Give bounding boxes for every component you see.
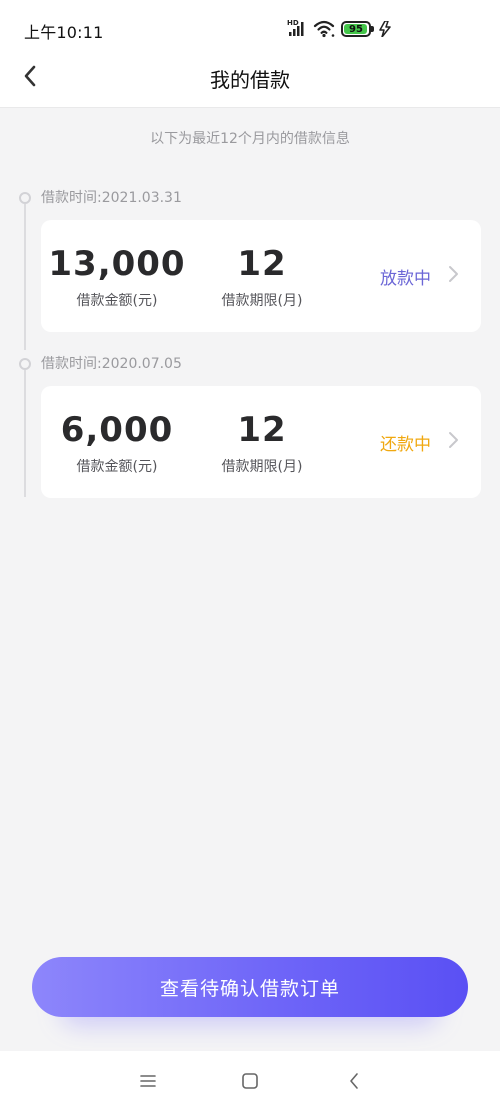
loan-term-label: 借款期限(月) bbox=[221, 293, 303, 309]
loan-status: 还款中 bbox=[380, 435, 431, 455]
battery-icon: 95 bbox=[341, 21, 371, 37]
timeline-dot bbox=[19, 358, 31, 370]
top-bar: 上午10:11 HD 95 我的借款 bbox=[0, 0, 500, 108]
timeline-line bbox=[24, 204, 26, 350]
loan-amount-block: 6,000 借款金额(元) bbox=[41, 408, 193, 476]
system-nav-bar bbox=[0, 1051, 500, 1111]
home-button[interactable] bbox=[238, 1069, 262, 1093]
battery-level: 95 bbox=[349, 23, 363, 35]
wifi-icon bbox=[313, 19, 337, 43]
charging-icon bbox=[378, 20, 392, 41]
page-title: 我的借款 bbox=[210, 68, 290, 92]
cellular-signal-icon: HD bbox=[287, 18, 309, 42]
battery-cap bbox=[371, 26, 374, 32]
header: 我的借款 bbox=[0, 50, 500, 108]
loan-date: 借款时间:2020.07.05 bbox=[41, 356, 182, 372]
chevron-right-icon bbox=[447, 430, 459, 454]
menu-button[interactable] bbox=[136, 1069, 160, 1093]
loan-amount-block: 13,000 借款金额(元) bbox=[41, 242, 193, 310]
list-subtitle: 以下为最近12个月内的借款信息 bbox=[150, 131, 350, 147]
nav-back-button[interactable] bbox=[342, 1069, 366, 1093]
loan-amount-label: 借款金额(元) bbox=[76, 293, 158, 309]
loan-amount: 13,000 bbox=[48, 244, 186, 284]
loan-term-label: 借款期限(月) bbox=[221, 459, 303, 475]
loan-amount-label: 借款金额(元) bbox=[76, 459, 158, 475]
loan-term-block: 12 借款期限(月) bbox=[191, 242, 333, 310]
back-triangle-icon bbox=[350, 1073, 358, 1089]
loan-term: 12 bbox=[237, 244, 287, 284]
loan-status: 放款中 bbox=[380, 269, 431, 289]
loan-term: 12 bbox=[237, 410, 287, 450]
timeline-dot bbox=[19, 192, 31, 204]
menu-icon bbox=[140, 1075, 156, 1087]
loan-card[interactable]: 6,000 借款金额(元) 12 借款期限(月) 还款中 bbox=[41, 386, 481, 498]
loan-date: 借款时间:2021.03.31 bbox=[41, 190, 182, 206]
loan-term-block: 12 借款期限(月) bbox=[191, 408, 333, 476]
timeline-line bbox=[24, 370, 26, 497]
loan-amount: 6,000 bbox=[60, 410, 174, 450]
status-time: 上午10:11 bbox=[24, 23, 104, 42]
loan-card[interactable]: 13,000 借款金额(元) 12 借款期限(月) 放款中 bbox=[41, 220, 481, 332]
svg-text:HD: HD bbox=[287, 19, 299, 27]
home-square-icon bbox=[242, 1073, 258, 1089]
view-pending-orders-button[interactable]: 查看待确认借款订单 bbox=[32, 957, 468, 1017]
chevron-right-icon bbox=[447, 264, 459, 288]
